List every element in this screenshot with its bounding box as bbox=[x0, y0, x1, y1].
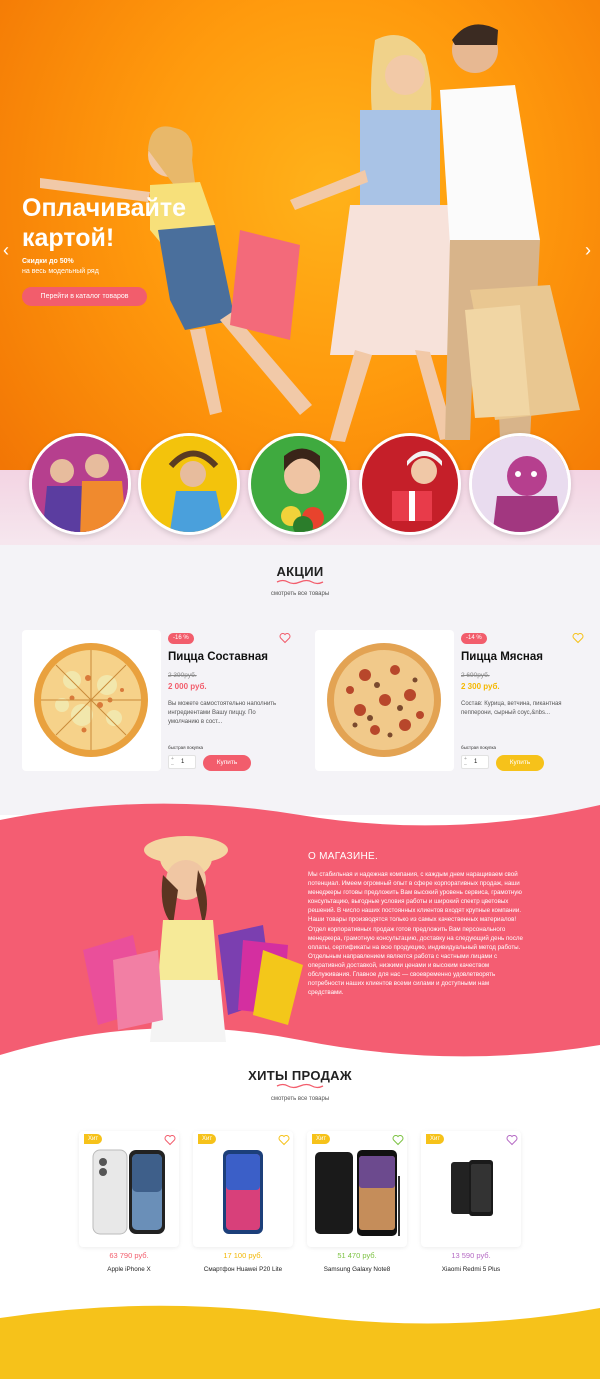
chevron-right-icon[interactable]: › bbox=[585, 240, 597, 260]
xiaomi-image bbox=[451, 1160, 493, 1216]
price-value: 17 100 руб. bbox=[223, 1251, 263, 1260]
footer-wave bbox=[0, 1305, 600, 1379]
hits-title: ХИТЫ ПРОДАЖ bbox=[248, 1068, 352, 1083]
product-price: 51 470 руб. bbox=[307, 1251, 407, 1260]
category-circle-music[interactable] bbox=[138, 433, 240, 535]
product-name[interactable]: Пицца Мясная bbox=[461, 651, 543, 663]
wave-divider bbox=[276, 579, 324, 585]
old-price: 2 690руб. bbox=[461, 672, 490, 679]
discount-badge: -14 % bbox=[461, 633, 487, 644]
pizza-image bbox=[327, 643, 441, 757]
category-circle-gifts[interactable] bbox=[359, 433, 461, 535]
hero-subtitle-secondary: на весь модельный ряд bbox=[22, 268, 99, 275]
product-price: 17 100 руб. bbox=[193, 1251, 293, 1260]
product-image-card[interactable] bbox=[22, 630, 161, 771]
product-card[interactable]: Хит bbox=[193, 1131, 293, 1247]
product-price: 2 300 руб. bbox=[461, 682, 500, 691]
product-card[interactable]: Хит bbox=[307, 1131, 407, 1247]
category-circle-kids[interactable] bbox=[469, 433, 571, 535]
minus-icon[interactable]: – bbox=[171, 762, 174, 768]
samsung-image bbox=[315, 1150, 400, 1236]
price-value: 51 470 руб. bbox=[337, 1251, 377, 1260]
product-price: 13 590 руб. bbox=[421, 1251, 521, 1260]
price-value: 63 790 руб. bbox=[109, 1251, 149, 1260]
hit-badge: Хит bbox=[198, 1134, 217, 1144]
quantity-stepper[interactable]: + – 1 bbox=[168, 755, 196, 769]
product-name[interactable]: Samsung Galaxy Note8 bbox=[297, 1266, 417, 1273]
huawei-image bbox=[223, 1150, 263, 1234]
product-description: Вы можете самостоятельно наполнить ингре… bbox=[168, 701, 277, 725]
quantity-stepper[interactable]: + – 1 bbox=[461, 755, 489, 769]
product-description: Состав: Курица, ветчина, пикантная пеппе… bbox=[461, 701, 562, 716]
hit-badge: Хит bbox=[84, 1134, 103, 1144]
hero-subtitle: Скидки до 50% bbox=[22, 258, 74, 265]
category-circle-health[interactable] bbox=[248, 433, 350, 535]
minus-icon[interactable]: – bbox=[464, 762, 467, 768]
old-price: 2 390руб. bbox=[168, 672, 197, 679]
product-price: 63 790 руб. bbox=[79, 1251, 179, 1260]
hit-badge: Хит bbox=[426, 1134, 445, 1144]
product-card[interactable]: Хит bbox=[421, 1131, 521, 1247]
product-name[interactable]: Смартфон Huawei P20 Lite bbox=[183, 1266, 303, 1273]
heart-icon[interactable] bbox=[164, 1134, 176, 1146]
iphone-image bbox=[92, 1149, 165, 1235]
heart-icon[interactable] bbox=[392, 1134, 404, 1146]
quick-buy-label: быстрая покупка bbox=[168, 745, 204, 750]
quantity-value[interactable]: 1 bbox=[474, 759, 477, 765]
price-value: 13 590 руб. bbox=[451, 1251, 491, 1260]
buy-button[interactable]: Купить bbox=[496, 755, 544, 771]
about-text: Мы стабильная и надежная компания, с каж… bbox=[308, 871, 523, 997]
promo-title: АКЦИИ bbox=[276, 564, 324, 579]
product-image-card[interactable] bbox=[315, 630, 454, 771]
hit-badge: Хит bbox=[312, 1134, 331, 1144]
discount-badge: -16 % bbox=[168, 633, 194, 644]
product-name[interactable]: Apple iPhone X bbox=[69, 1266, 189, 1273]
hero-title: Оплачивайте картой! bbox=[22, 194, 187, 252]
promo-all-link[interactable]: смотреть все товары bbox=[0, 591, 600, 597]
heart-icon[interactable] bbox=[278, 1134, 290, 1146]
heart-icon[interactable] bbox=[506, 1134, 518, 1146]
product-name[interactable]: Пицца Составная bbox=[168, 651, 268, 663]
shopping-woman-photo bbox=[83, 836, 303, 1042]
about-title: О МАГАЗИНЕ. bbox=[308, 851, 379, 862]
quick-buy-label: быстрая покупка bbox=[461, 745, 497, 750]
product-price: 2 000 руб. bbox=[168, 682, 207, 691]
category-circle-fashion[interactable] bbox=[29, 433, 131, 535]
pizza-image bbox=[34, 643, 148, 757]
buy-button[interactable]: Купить bbox=[203, 755, 251, 771]
quantity-value[interactable]: 1 bbox=[181, 759, 184, 765]
product-card[interactable]: Хит bbox=[79, 1131, 179, 1247]
heart-icon[interactable] bbox=[572, 632, 584, 644]
wave-divider bbox=[276, 1083, 324, 1089]
hits-all-link[interactable]: смотреть все товары bbox=[0, 1096, 600, 1102]
chevron-left-icon[interactable]: ‹ bbox=[3, 240, 15, 260]
catalog-button[interactable]: Перейти в каталог товаров bbox=[22, 287, 147, 306]
heart-icon[interactable] bbox=[279, 632, 291, 644]
product-name[interactable]: Xiaomi Redmi 5 Plus bbox=[411, 1266, 531, 1273]
